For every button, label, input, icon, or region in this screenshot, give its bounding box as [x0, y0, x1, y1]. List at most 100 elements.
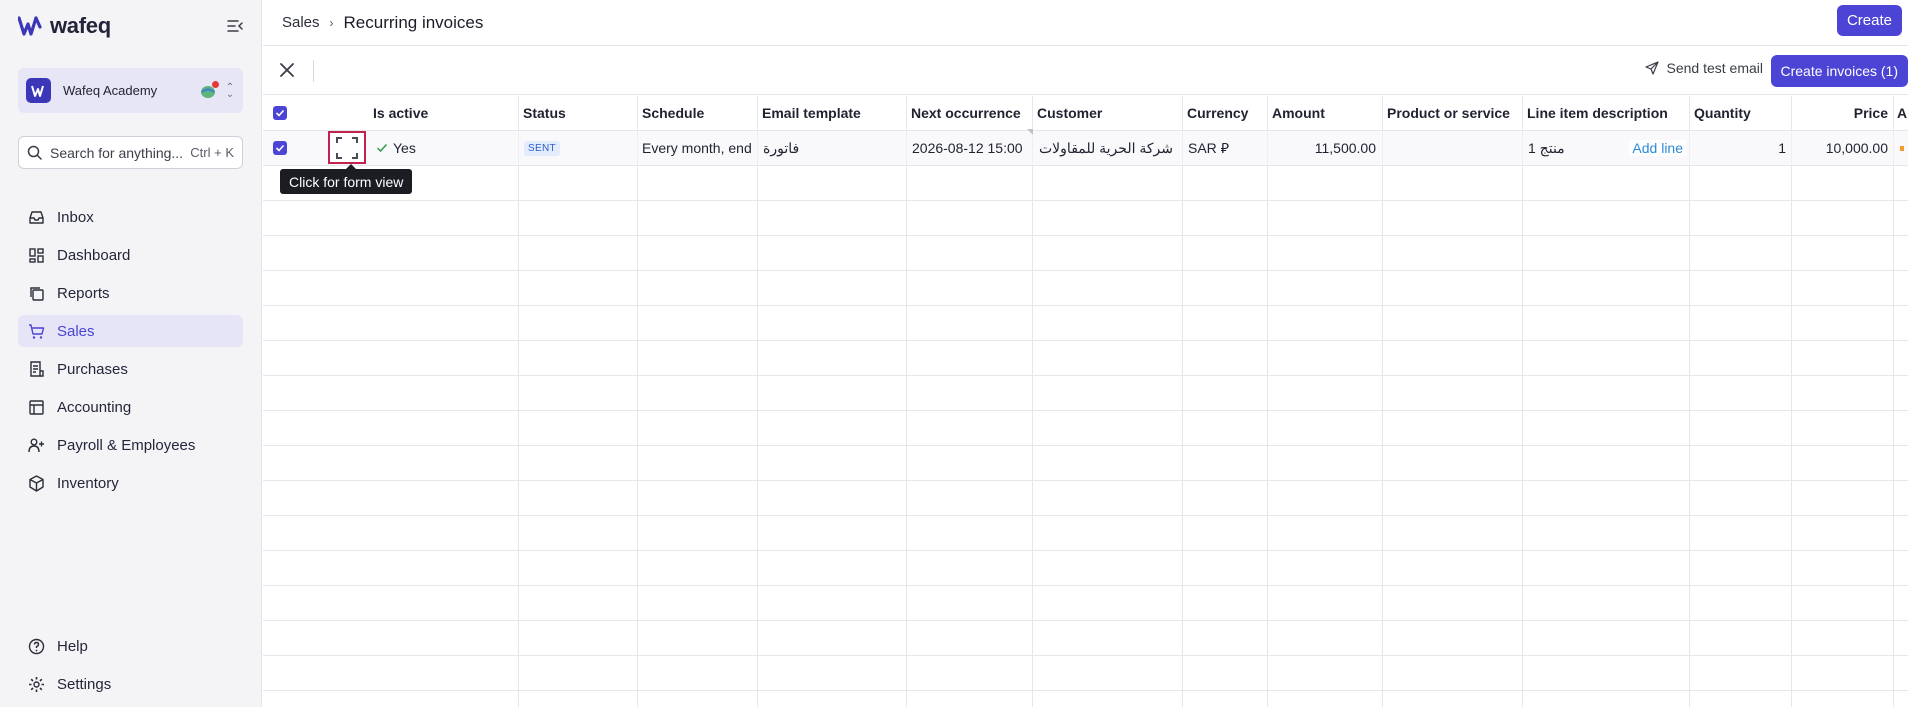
line-item-description-value: منتج 1: [1528, 139, 1565, 156]
sidebar-item-label: Settings: [57, 675, 112, 693]
cell-next-occurrence[interactable]: 2026-08-12 15:00: [912, 131, 1030, 165]
column-header-price[interactable]: Price: [1791, 96, 1893, 130]
selection-toolbar: Send test email Create invoices (1): [263, 46, 1908, 95]
reports-icon: [30, 286, 44, 301]
sidebar-item-label: Inbox: [57, 208, 94, 226]
column-header-amount[interactable]: Amount: [1267, 96, 1382, 130]
is-active-value: Yes: [393, 140, 416, 156]
create-button[interactable]: Create: [1836, 5, 1902, 36]
sidebar-item-label: Sales: [57, 322, 95, 340]
collapse-sidebar-icon[interactable]: [226, 18, 244, 34]
chevron-updown-icon: ⌃ ⌄: [225, 81, 235, 100]
cell-status[interactable]: SENT: [524, 131, 634, 165]
cell-email-template[interactable]: فاتورة: [763, 131, 903, 165]
sidebar-item-label: Reports: [57, 284, 110, 302]
sidebar-item-inbox[interactable]: Inbox: [18, 201, 243, 233]
sidebar-nav: Inbox Dashboard Reports Sales Purchases …: [18, 201, 243, 505]
sidebar-item-payroll[interactable]: Payroll & Employees: [18, 429, 243, 461]
column-header-a[interactable]: A: [1893, 96, 1908, 130]
search-icon: [27, 145, 42, 160]
brand-logo[interactable]: wafeq: [18, 13, 244, 38]
check-icon: [275, 109, 285, 117]
toolbar-divider: [313, 60, 314, 82]
sidebar-item-label: Dashboard: [57, 246, 131, 264]
column-header-product-or-service[interactable]: Product or service: [1382, 96, 1522, 130]
form-view-tooltip: Click for form view: [280, 164, 413, 194]
column-a-indicator: [1900, 146, 1904, 151]
send-test-email-button[interactable]: Send test email: [1644, 60, 1764, 76]
cell-customer[interactable]: شركة الحرية للمقاولات: [1039, 131, 1179, 165]
org-name: Wafeq Academy: [63, 83, 158, 98]
help-icon: [28, 638, 45, 654]
column-header-currency[interactable]: Currency: [1182, 96, 1267, 130]
org-logo-icon: [30, 85, 44, 97]
cell-price[interactable]: 10,000.00: [1791, 131, 1888, 165]
sidebar-item-help[interactable]: Help: [18, 630, 243, 662]
cell-line-item-description[interactable]: منتج 1 Add line: [1528, 131, 1686, 165]
column-header-schedule[interactable]: Schedule: [637, 96, 757, 130]
cell-product-or-service[interactable]: [1382, 131, 1522, 165]
sidebar-bottom-nav: Help Settings: [18, 630, 243, 706]
search-input[interactable]: [50, 144, 191, 161]
checkmark-icon: [376, 143, 388, 153]
sidebar-item-dashboard[interactable]: Dashboard: [18, 239, 243, 271]
send-test-email-label: Send test email: [1666, 60, 1764, 76]
expand-icon: [336, 136, 358, 159]
breadcrumb-separator-icon: ›: [329, 15, 334, 30]
add-line-link[interactable]: Add line: [1629, 140, 1686, 156]
org-avatar: [26, 78, 51, 103]
sidebar-item-label: Inventory: [57, 474, 119, 492]
cart-icon: [29, 323, 45, 339]
grid-lines: [263, 96, 1908, 707]
column-header-next-occurrence[interactable]: Next occurrence: [906, 96, 1032, 130]
search-shortcut: Ctrl + K: [190, 145, 234, 160]
gear-icon: [29, 676, 44, 692]
sidebar-item-settings[interactable]: Settings: [18, 668, 243, 700]
recurring-invoices-grid: Is active Status Schedule Email template…: [263, 96, 1908, 707]
receipt-icon: [30, 360, 44, 377]
select-all-checkbox[interactable]: [273, 106, 287, 120]
close-icon[interactable]: [279, 62, 295, 78]
column-header-is-active[interactable]: Is active: [368, 96, 518, 130]
sidebar-item-label: Help: [57, 637, 88, 655]
page-title: Recurring invoices: [343, 12, 484, 32]
breadcrumb-sales[interactable]: Sales: [282, 14, 320, 31]
sidebar-item-accounting[interactable]: Accounting: [18, 391, 243, 423]
cell-amount[interactable]: 11,500.00: [1267, 131, 1376, 165]
notification-badge[interactable]: [199, 80, 219, 99]
organization-switcher[interactable]: Wafeq Academy ⌃ ⌄: [18, 68, 243, 113]
sidebar-item-label: Payroll & Employees: [57, 436, 196, 454]
sidebar: wafeq Wafeq Academy ⌃⌄ Ctrl + K: [0, 0, 262, 707]
sidebar-item-label: Purchases: [57, 360, 128, 378]
sidebar-item-reports[interactable]: Reports: [18, 277, 243, 309]
column-header-email-template[interactable]: Email template: [757, 96, 906, 130]
ledger-icon: [29, 399, 44, 415]
send-icon: [1644, 61, 1659, 75]
sidebar-item-inventory[interactable]: Inventory: [18, 467, 243, 499]
sidebar-item-sales[interactable]: Sales: [18, 315, 243, 347]
column-header-line-item-description[interactable]: Line item description: [1522, 96, 1689, 130]
inbox-icon: [29, 210, 44, 224]
box-icon: [29, 474, 44, 492]
people-icon: [28, 438, 44, 452]
cell-quantity[interactable]: 1: [1689, 131, 1786, 165]
open-form-view-button[interactable]: [328, 131, 366, 164]
cell-schedule[interactable]: Every month, end: [642, 131, 756, 165]
search-box[interactable]: Ctrl + K: [18, 136, 243, 169]
create-invoices-button[interactable]: Create invoices (1): [1770, 55, 1908, 87]
check-icon: [275, 144, 285, 152]
status-badge: SENT: [524, 140, 560, 156]
cell-currency[interactable]: SAR ⃁: [1188, 131, 1264, 165]
sidebar-item-purchases[interactable]: Purchases: [18, 353, 243, 385]
column-header-status[interactable]: Status: [518, 96, 637, 130]
row-checkbox[interactable]: [273, 141, 287, 155]
column-header-quantity[interactable]: Quantity: [1689, 96, 1791, 130]
notification-dot: [212, 80, 219, 88]
wafeq-logo-icon: [18, 16, 42, 36]
sidebar-item-label: Accounting: [57, 398, 132, 416]
cell-is-active[interactable]: Yes: [376, 131, 516, 165]
brand-name: wafeq: [50, 13, 111, 38]
top-bar: Sales › Recurring invoices Create: [263, 0, 1908, 46]
column-header-customer[interactable]: Customer: [1032, 96, 1182, 130]
dashboard-icon: [29, 247, 44, 263]
